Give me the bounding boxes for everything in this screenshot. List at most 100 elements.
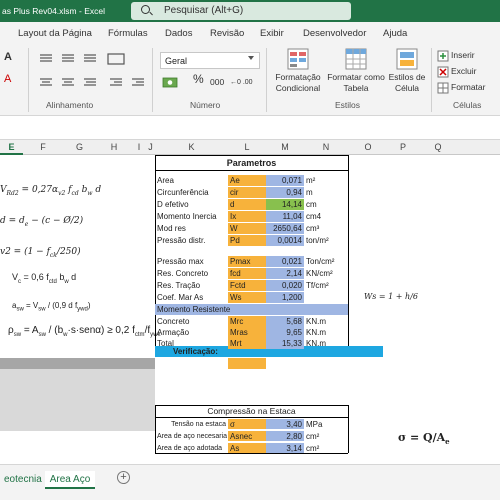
compression-symbol[interactable]: Asnec <box>228 431 266 441</box>
sheet-tab-geotecnia[interactable]: eotecnia <box>0 471 46 489</box>
param-unit[interactable]: cm <box>304 199 348 210</box>
thousands-button[interactable]: 000 <box>210 77 224 88</box>
cell-styles-button[interactable]: Estilos de Célula <box>385 72 429 94</box>
param-value[interactable]: 0,071 <box>266 175 304 186</box>
worksheet[interactable]: VRd2 = 0,27αv2 fcd bw d d = de − (c − Ø/… <box>0 155 500 464</box>
compression-value[interactable]: 3,14 <box>266 443 304 453</box>
increase-decimal-button[interactable]: ←0 .00 <box>230 77 253 88</box>
moment-label[interactable]: Concreto <box>155 316 228 327</box>
param-unit[interactable]: Ton/cm² <box>304 256 348 267</box>
param-unit[interactable]: KN/cm² <box>304 268 348 279</box>
compression-symbol[interactable]: σ <box>228 419 266 429</box>
column-header-K[interactable]: K <box>155 142 228 152</box>
moment-unit[interactable]: KN.m <box>304 338 348 349</box>
column-header-M[interactable]: M <box>266 142 304 152</box>
param-value[interactable]: 0,94 <box>266 187 304 198</box>
param-unit[interactable]: cm4 <box>304 211 348 222</box>
tab-help[interactable]: Ajuda <box>383 28 407 39</box>
column-header-O[interactable]: O <box>348 142 388 152</box>
param-label[interactable]: Res. Concreto <box>155 268 228 279</box>
moment-value[interactable]: 9,65 <box>266 327 304 338</box>
delete-button[interactable]: Excluir <box>451 66 477 77</box>
compression-unit[interactable]: cm² <box>304 431 348 441</box>
moment-unit[interactable]: KN.m <box>304 327 348 338</box>
param-symbol[interactable]: Pd <box>228 235 266 246</box>
param-symbol[interactable]: Ws <box>228 292 266 303</box>
param-label[interactable]: Coef. Mar As <box>155 292 228 303</box>
tab-page-layout[interactable]: Layout da Página <box>18 28 92 39</box>
column-header-P[interactable]: P <box>388 142 418 152</box>
param-value[interactable]: 2650,64 <box>266 223 304 234</box>
tab-review[interactable]: Revisão <box>210 28 244 39</box>
insert-button[interactable]: Inserir <box>451 50 475 61</box>
param-label[interactable]: Res. Tração <box>155 280 228 291</box>
param-symbol[interactable]: Fctd <box>228 280 266 291</box>
moment-value[interactable]: 5,68 <box>266 316 304 327</box>
chevron-down-icon[interactable] <box>248 56 254 60</box>
param-unit[interactable] <box>304 292 348 303</box>
moment-label[interactable]: Total <box>155 338 228 349</box>
search-box[interactable]: Pesquisar (Alt+G) <box>131 2 351 20</box>
tab-view[interactable]: Exibir <box>260 28 284 39</box>
param-value[interactable]: 0,0014 <box>266 235 304 246</box>
param-unit[interactable]: m <box>304 187 348 198</box>
param-symbol[interactable]: Ix <box>228 211 266 222</box>
param-value[interactable]: 14,14 <box>266 199 304 210</box>
param-value[interactable]: 2,14 <box>266 268 304 279</box>
moment-value[interactable]: 15,33 <box>266 338 304 349</box>
param-symbol[interactable]: fcd <box>228 268 266 279</box>
param-value[interactable]: 1,200 <box>266 292 304 303</box>
compression-symbol[interactable]: As <box>228 443 266 453</box>
sheet-tab-area-aco[interactable]: Area Aço <box>45 471 95 489</box>
number-format-select[interactable]: Geral <box>160 52 260 69</box>
param-value[interactable]: 11,04 <box>266 211 304 222</box>
param-symbol[interactable]: d <box>228 199 266 210</box>
currency-icon[interactable] <box>162 76 180 90</box>
param-label[interactable]: Momento Inercia <box>155 211 228 222</box>
param-symbol[interactable]: Pmax <box>228 256 266 267</box>
font-color-a[interactable]: A <box>4 52 12 63</box>
compression-value[interactable]: 2,80 <box>266 431 304 441</box>
column-header-L[interactable]: L <box>228 142 266 152</box>
param-value[interactable]: 0,020 <box>266 280 304 291</box>
conditional-format-button[interactable]: Formatação Condicional <box>270 72 326 94</box>
column-header-J[interactable]: J <box>146 142 155 152</box>
column-header-I[interactable]: I <box>132 142 146 152</box>
column-header-Q[interactable]: Q <box>418 142 458 152</box>
column-header-E[interactable]: E <box>0 142 23 152</box>
column-header-F[interactable]: F <box>23 142 63 152</box>
compression-value[interactable]: 3,40 <box>266 419 304 429</box>
moment-label[interactable]: Armação <box>155 327 228 338</box>
param-symbol[interactable]: Ae <box>228 175 266 186</box>
tab-formulas[interactable]: Fórmulas <box>108 28 148 39</box>
moment-symbol[interactable]: Mrc <box>228 316 266 327</box>
format-as-table-button[interactable]: Formatar como Tabela <box>326 72 386 94</box>
moment-symbol[interactable]: Mras <box>228 327 266 338</box>
tab-data[interactable]: Dados <box>165 28 192 39</box>
param-unit[interactable]: cm³ <box>304 223 348 234</box>
param-value[interactable]: 0,021 <box>266 256 304 267</box>
compression-unit[interactable]: MPa <box>304 419 348 429</box>
moment-unit[interactable]: KN.m <box>304 316 348 327</box>
format-button[interactable]: Formatar <box>451 82 485 93</box>
percent-button[interactable]: % <box>193 73 204 85</box>
compression-unit[interactable]: cm² <box>304 443 348 453</box>
moment-symbol[interactable]: Mrt <box>228 338 266 349</box>
param-label[interactable]: Area <box>155 175 228 186</box>
param-label[interactable]: Pressão max <box>155 256 228 267</box>
add-sheet-button[interactable]: + <box>117 471 130 484</box>
param-label[interactable]: Mod res <box>155 223 228 234</box>
param-label[interactable]: Circunferência <box>155 187 228 198</box>
param-unit[interactable]: ton/m² <box>304 235 348 246</box>
column-header-G[interactable]: G <box>63 142 96 152</box>
column-header-N[interactable]: N <box>304 142 348 152</box>
param-unit[interactable]: m² <box>304 175 348 186</box>
alignment-icons[interactable] <box>38 52 148 97</box>
param-label[interactable]: Pressão distr. <box>155 235 228 246</box>
param-unit[interactable]: Tf/cm² <box>304 280 348 291</box>
font-color-icon[interactable]: A <box>4 74 11 85</box>
tab-developer[interactable]: Desenvolvedor <box>303 28 366 39</box>
param-symbol[interactable]: cir <box>228 187 266 198</box>
column-header-H[interactable]: H <box>96 142 132 152</box>
param-symbol[interactable]: W <box>228 223 266 234</box>
